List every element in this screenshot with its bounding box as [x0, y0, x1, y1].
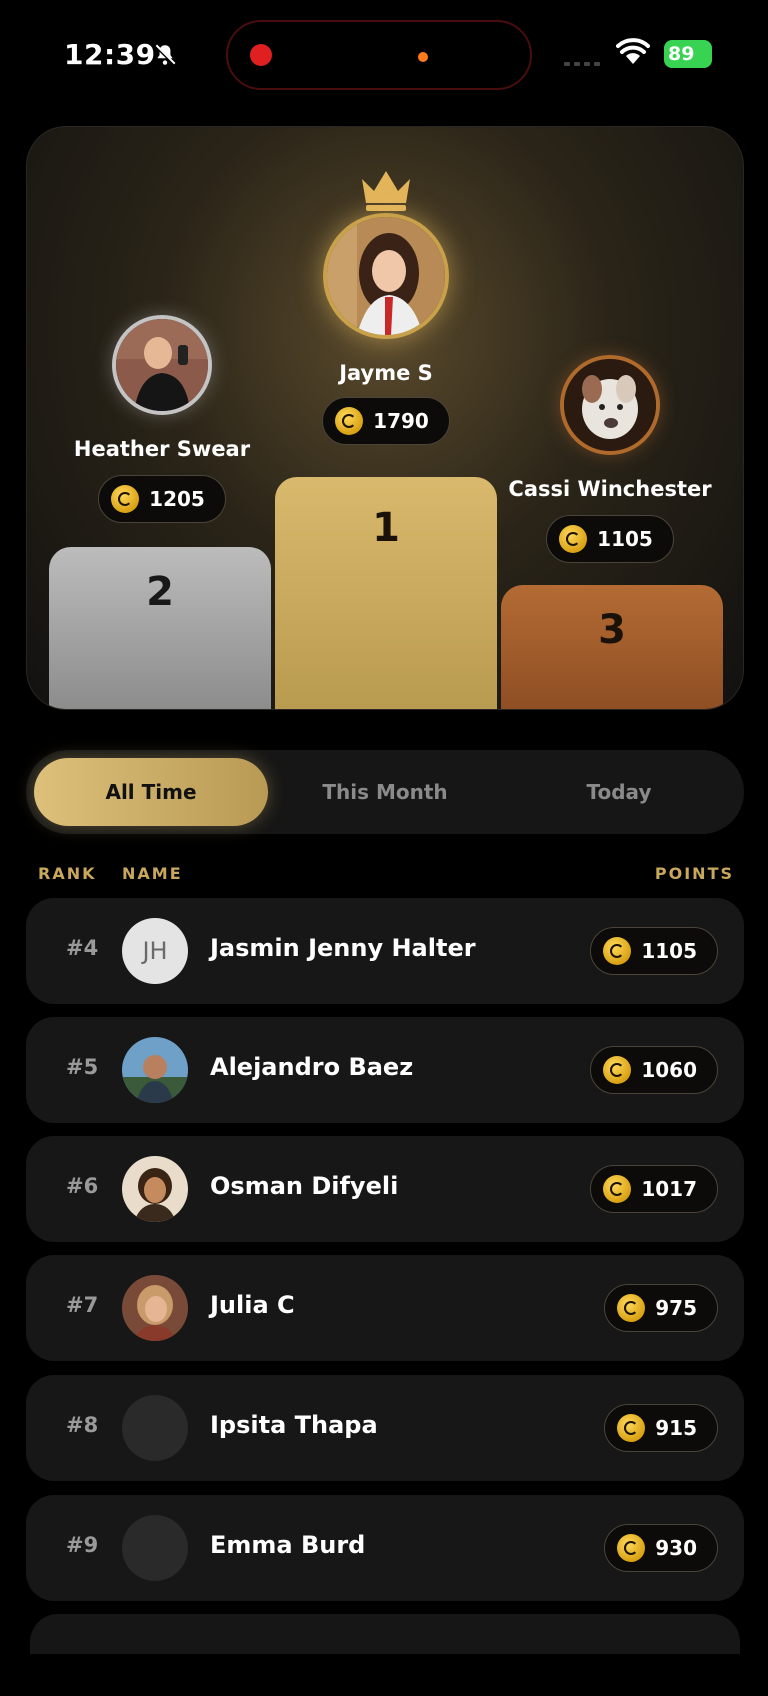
- recording-indicator: [250, 44, 272, 66]
- status-bar: 12:39 89: [0, 0, 768, 110]
- battery-level: 89: [668, 43, 695, 65]
- points-pill: 1105: [590, 927, 718, 975]
- leaderboard-row[interactable]: #8 Ipsita Thapa 915: [26, 1375, 744, 1481]
- battery-charging-icon: 89: [664, 40, 712, 68]
- podium-third[interactable]: Cassi Winchester 1105: [475, 355, 743, 563]
- points-pill: 930: [604, 1524, 718, 1572]
- coin-icon: [335, 407, 364, 435]
- row-name: Osman Difyeli: [210, 1172, 399, 1200]
- column-header-name: NAME: [122, 864, 183, 883]
- avatar: [122, 1515, 188, 1581]
- row-rank: #8: [66, 1413, 99, 1437]
- avatar: [122, 1156, 188, 1222]
- avatar: [122, 1395, 188, 1461]
- coin-icon: [617, 1534, 646, 1562]
- points-value: 1060: [641, 1058, 697, 1082]
- points-pill: 1060: [590, 1046, 718, 1094]
- podium-card: Jayme S 1790 Heather Swear 1205 Cassi Wi…: [26, 126, 744, 710]
- leaderboard-row[interactable]: #6 Osman Difyeli 1017: [26, 1136, 744, 1242]
- points-value: 975: [655, 1296, 697, 1320]
- tab-this-month[interactable]: This Month: [268, 758, 502, 826]
- row-rank: #7: [66, 1293, 99, 1317]
- winner-name: Cassi Winchester: [508, 477, 712, 501]
- row-name: Ipsita Thapa: [210, 1411, 378, 1439]
- avatar: [122, 1275, 188, 1341]
- coin-icon: [111, 485, 140, 513]
- points-value: 915: [655, 1416, 697, 1440]
- coin-icon: [603, 937, 632, 965]
- column-header-points: POINTS: [654, 864, 734, 883]
- row-name: Emma Burd: [210, 1531, 366, 1559]
- avatar: JH: [122, 918, 188, 984]
- points-pill: 1205: [98, 475, 226, 523]
- coin-icon: [559, 525, 588, 553]
- avatar: [122, 1037, 188, 1103]
- time-filter-tabs: All Time This Month Today: [26, 750, 744, 834]
- leaderboard-row[interactable]: #5 Alejandro Baez 1060: [26, 1017, 744, 1123]
- winner-name: Heather Swear: [73, 437, 251, 461]
- podium-block-third: 3: [501, 585, 723, 709]
- points-pill: 1105: [546, 515, 674, 563]
- points-pill: 915: [604, 1404, 718, 1452]
- points-value: 930: [655, 1536, 697, 1560]
- status-time: 12:39: [64, 38, 156, 71]
- points-value: 1205: [149, 487, 205, 511]
- avatar: [560, 355, 660, 455]
- podium-rank: 1: [372, 505, 400, 551]
- camera-indicator: [418, 52, 428, 62]
- points-pill: 1790: [322, 397, 450, 445]
- podium-block-first: 1: [275, 477, 497, 709]
- points-pill: 1017: [590, 1165, 718, 1213]
- coin-icon: [617, 1414, 646, 1442]
- leaderboard-row-partial[interactable]: [30, 1614, 740, 1654]
- leaderboard-row[interactable]: #4 JH Jasmin Jenny Halter 1105: [26, 898, 744, 1004]
- podium-block-second: 2: [49, 547, 271, 709]
- signal-icon: [564, 62, 600, 66]
- row-rank: #5: [66, 1055, 99, 1079]
- column-header-rank: RANK: [38, 864, 97, 883]
- row-name: Alejandro Baez: [210, 1053, 414, 1081]
- row-rank: #6: [66, 1174, 99, 1198]
- coin-icon: [603, 1056, 632, 1084]
- podium-rank: 3: [598, 607, 626, 653]
- bell-slash-icon: [154, 44, 176, 66]
- leaderboard-row[interactable]: #9 Emma Burd 930: [26, 1495, 744, 1601]
- row-name: Julia C: [210, 1291, 295, 1319]
- points-value: 1790: [373, 409, 429, 433]
- coin-icon: [617, 1294, 646, 1322]
- wifi-icon: [616, 38, 650, 64]
- row-rank: #4: [66, 936, 99, 960]
- points-value: 1017: [641, 1177, 697, 1201]
- row-rank: #9: [66, 1533, 99, 1557]
- points-value: 1105: [597, 527, 653, 551]
- podium-second[interactable]: Heather Swear 1205: [27, 315, 297, 523]
- avatar: [323, 213, 449, 339]
- tab-today[interactable]: Today: [502, 758, 736, 826]
- avatar: [112, 315, 212, 415]
- leaderboard-row[interactable]: #7 Julia C 975: [26, 1255, 744, 1361]
- tab-all-time[interactable]: All Time: [34, 758, 268, 826]
- crown-icon: [362, 171, 410, 211]
- dynamic-island: [226, 20, 532, 90]
- points-pill: 975: [604, 1284, 718, 1332]
- coin-icon: [603, 1175, 632, 1203]
- podium-rank: 2: [146, 569, 174, 615]
- points-value: 1105: [641, 939, 697, 963]
- row-name: Jasmin Jenny Halter: [210, 934, 476, 962]
